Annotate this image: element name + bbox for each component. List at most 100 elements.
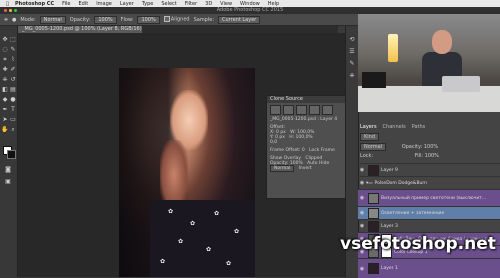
menu-layer[interactable]: Layer <box>120 1 134 7</box>
eraser-tool-icon[interactable]: ◧ <box>1 86 9 93</box>
properties-panel-icon[interactable]: ☰ <box>348 48 356 55</box>
layer-row[interactable]: ◉ Layer 9 <box>358 163 500 176</box>
close-window-button[interactable] <box>4 9 7 12</box>
angle-field[interactable]: 0,0 <box>267 140 347 145</box>
menu-image[interactable]: Image <box>96 1 112 7</box>
mode-select[interactable]: Normal <box>39 15 66 24</box>
apple-menu-icon[interactable]:  <box>6 1 9 7</box>
folder-icon: ▭ <box>368 180 373 186</box>
minimize-window-button[interactable] <box>9 9 12 12</box>
menu-app[interactable]: Photoshop CC <box>15 1 54 7</box>
menu-edit[interactable]: Edit <box>79 1 89 7</box>
healing-brush-icon[interactable]: ✚ <box>1 66 9 73</box>
eye-icon[interactable]: ◉ <box>358 223 366 229</box>
layer-thumbnail <box>368 263 379 274</box>
pen-tool-icon[interactable]: ✒ <box>1 106 9 113</box>
tab-channels[interactable]: Channels <box>383 124 406 131</box>
layer-group-row[interactable]: ◉ ▾ ▭ PolseDom Dodge&Burn <box>358 176 500 189</box>
menu-help[interactable]: Help <box>268 1 279 7</box>
dodge-tool-icon[interactable]: ● <box>9 96 17 103</box>
path-select-icon[interactable]: ➤ <box>1 116 9 123</box>
layer-fill-field[interactable]: Fill: 100% <box>415 153 439 159</box>
layer-opacity-field[interactable]: Opacity: 100% <box>402 144 438 150</box>
menubar:  Photoshop CC File Edit Image Layer Typ… <box>0 0 500 7</box>
kind-select[interactable]: Kind <box>360 133 380 141</box>
document-tab[interactable]: _MG_0005-1200.psd @ 100% (Layer 8, RGB/1… <box>18 26 142 33</box>
screen-mode-icon[interactable]: ▣ <box>4 178 12 185</box>
frame-offset-field[interactable]: Frame Offset: 0 <box>270 148 305 153</box>
brush-panel-icon[interactable]: ✎ <box>348 60 356 67</box>
clone-source-file: _MG_0005-1200.psd : Layer 4 <box>270 117 338 122</box>
menu-filter[interactable]: Filter <box>185 1 197 7</box>
layer-row[interactable]: ◉ Визуальный пример светотени (выключит.… <box>358 189 500 206</box>
quick-select-icon[interactable]: ✎ <box>9 46 17 53</box>
clone-source-slot-2[interactable] <box>283 105 294 115</box>
clone-source-title[interactable]: Clone Source <box>267 96 347 103</box>
menu-window[interactable]: Window <box>240 1 260 7</box>
eyedropper-icon[interactable]: ⌇ <box>9 56 17 63</box>
lock-frame-checkbox[interactable]: Lock Frame <box>309 148 335 153</box>
history-panel-icon[interactable]: ⟲ <box>348 36 356 43</box>
type-tool-icon[interactable]: T <box>9 106 17 113</box>
clone-source-slot-4[interactable] <box>309 105 320 115</box>
zoom-window-button[interactable] <box>14 9 17 12</box>
clone-source-panel-icon[interactable]: ⎈ <box>348 72 356 80</box>
tab-paths[interactable]: Paths <box>412 124 426 131</box>
lasso-tool-icon[interactable]: ◌ <box>1 46 9 53</box>
move-tool-icon[interactable]: ✥ <box>1 36 9 43</box>
layer-row[interactable]: ◉ Layer 3 <box>358 219 500 232</box>
brush-size-icon[interactable]: ● <box>12 17 16 23</box>
clone-source-slots <box>267 103 347 117</box>
marquee-tool-icon[interactable]: ⬚ <box>9 36 17 43</box>
shape-tool-icon[interactable]: ▭ <box>9 116 17 123</box>
menu-view[interactable]: View <box>220 1 232 7</box>
flower-icon: ✿ <box>206 246 212 253</box>
layer-row-selected[interactable]: ◉ Осветление + затемнение <box>358 206 500 219</box>
flower-icon: ✿ <box>226 260 232 267</box>
gradient-tool-icon[interactable]: ▤ <box>9 86 17 93</box>
eye-icon[interactable]: ◉ <box>358 195 366 201</box>
aligned-label: Aligned <box>170 16 190 23</box>
layer-name: Layer 1 <box>381 266 398 271</box>
hand-tool-icon[interactable]: ✋ <box>1 126 9 133</box>
layer-name: Осветление + затемнение <box>381 210 445 216</box>
quick-mask-icon[interactable]: ◙ <box>4 166 12 173</box>
menu-3d[interactable]: 3D <box>205 1 212 7</box>
aligned-checkbox[interactable]: Aligned <box>163 16 190 23</box>
zoom-tool-icon[interactable]: ⌕ <box>9 126 17 134</box>
eye-icon[interactable]: ◉ <box>358 210 366 216</box>
tab-layers[interactable]: Layers <box>360 124 377 131</box>
background-color-swatch[interactable] <box>7 150 16 159</box>
clone-stamp-icon[interactable]: ⎈ <box>4 17 8 23</box>
menu-file[interactable]: File <box>62 1 70 7</box>
overlay-blend-select[interactable]: Normal <box>270 165 295 172</box>
clone-stamp-tool-icon[interactable]: ⎈ <box>1 76 9 84</box>
blend-mode-select[interactable]: Normal <box>360 143 387 151</box>
eye-icon[interactable]: ◉ <box>358 167 366 173</box>
flow-field[interactable]: 100% <box>137 15 160 24</box>
layer-row[interactable]: ◉ Layer 1 <box>358 258 500 278</box>
clone-source-slot-1[interactable] <box>270 105 281 115</box>
menu-select[interactable]: Select <box>161 1 176 7</box>
history-brush-icon[interactable]: ↺ <box>9 76 17 83</box>
clone-source-slot-5[interactable] <box>322 105 333 115</box>
opacity-field[interactable]: 100% <box>94 15 117 24</box>
flower-icon: ✿ <box>234 228 240 235</box>
brush-tool-icon[interactable]: ✐ <box>9 66 17 73</box>
eye-icon[interactable]: ◉ <box>358 180 366 186</box>
offset-h-field[interactable]: H: 100,0% <box>289 135 313 140</box>
opacity-label: Opacity: <box>69 16 91 23</box>
blur-tool-icon[interactable]: ◆ <box>1 96 9 103</box>
layers-panel-tabs: Layers Channels Paths <box>360 124 500 131</box>
invert-checkbox[interactable]: Invert <box>299 166 312 171</box>
layers-lock-row: Lock: Fill: 100% <box>360 153 498 160</box>
layer-thumbnail <box>368 207 379 219</box>
window-title: Adobe Photoshop CC 2015 <box>0 7 500 14</box>
flower-icon: ✿ <box>168 208 174 215</box>
sample-select[interactable]: Current Layer <box>218 15 261 24</box>
menu-type[interactable]: Type <box>142 1 153 7</box>
eye-icon[interactable]: ◉ <box>358 266 366 272</box>
clone-source-slot-3[interactable] <box>296 105 307 115</box>
crop-tool-icon[interactable]: ⌗ <box>1 56 9 64</box>
webcam-monitor <box>362 72 386 88</box>
